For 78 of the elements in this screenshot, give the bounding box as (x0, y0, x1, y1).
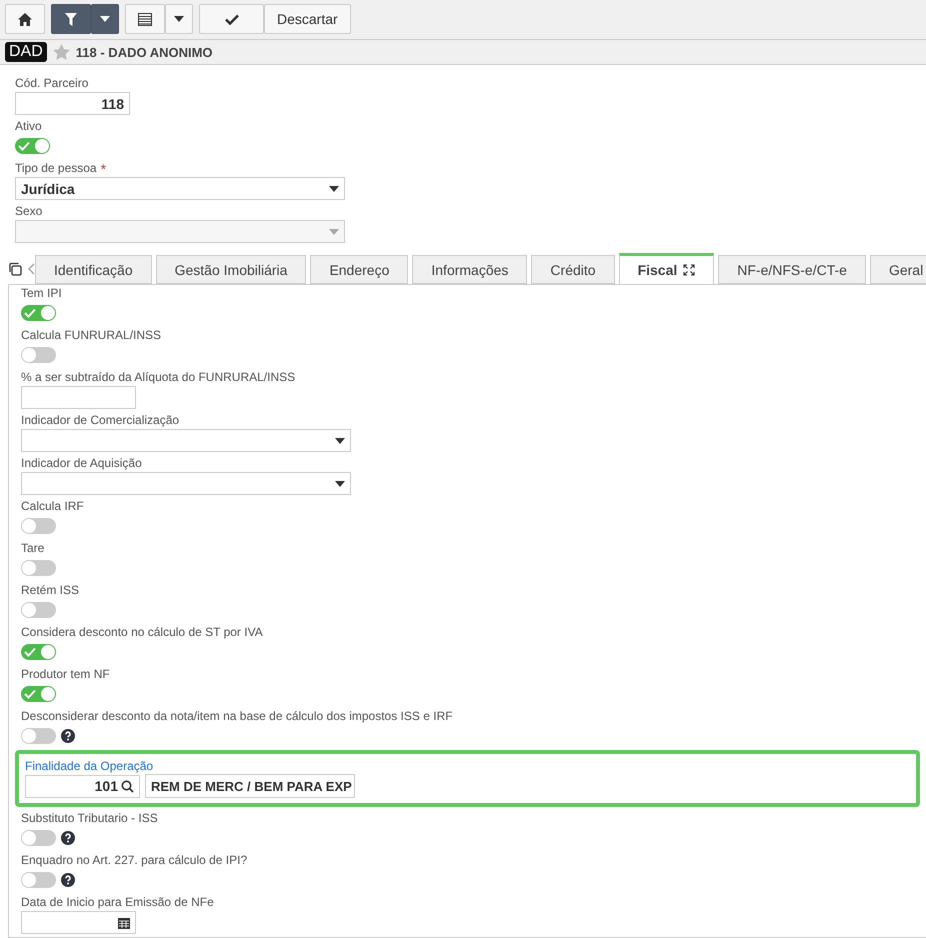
field-label: Produtor tem NF (21, 666, 111, 683)
module-badge: DAD (5, 42, 47, 62)
star-icon[interactable] (52, 44, 70, 60)
caret-icon (100, 16, 110, 22)
field-label: Tem IPI (21, 285, 63, 302)
tab[interactable]: Geral (870, 255, 926, 284)
caret-icon (329, 186, 339, 192)
caret-icon (335, 438, 345, 444)
tab[interactable]: Endereço (310, 255, 408, 284)
toggle-switch[interactable] (21, 602, 56, 618)
discard-button[interactable]: Descartar (264, 4, 351, 34)
home-icon (18, 12, 32, 26)
toggle-switch[interactable] (15, 138, 50, 154)
lookup-field[interactable]: 101 (25, 774, 140, 798)
field-label: Calcula FUNRURAL/INSS (21, 327, 162, 344)
copy-icon[interactable] (8, 262, 22, 276)
toggle-switch[interactable] (21, 644, 56, 660)
help-icon[interactable] (61, 831, 75, 845)
field-label: Ativo (15, 118, 42, 135)
field-label: Indicador de Aquisição (21, 455, 143, 472)
help-icon[interactable] (61, 729, 75, 743)
select-field[interactable] (21, 429, 351, 452)
select-field[interactable]: Jurídica (15, 177, 345, 200)
toggle-switch[interactable] (21, 872, 56, 888)
tab[interactable]: Gestão Imobiliária (156, 255, 306, 284)
toggle-switch[interactable] (21, 728, 56, 744)
home-button[interactable] (5, 4, 45, 34)
toggle-switch[interactable] (21, 830, 56, 846)
field-label: Indicador de Comercialização (21, 412, 180, 429)
expand-icon[interactable] (683, 264, 696, 276)
calendar-icon[interactable] (118, 916, 130, 928)
check-icon (24, 647, 36, 657)
toggle-switch[interactable] (21, 518, 56, 534)
toggle-switch[interactable] (21, 347, 56, 363)
tab[interactable]: Fiscal (618, 253, 714, 284)
tab[interactable]: Crédito (531, 255, 615, 284)
required-mark: * (100, 160, 106, 176)
check-icon (24, 689, 36, 699)
field-label: Data de Inicio para Emissão de NFe (21, 894, 215, 911)
field-label: Enquadro no Art. 227. para cálculo de IPI? (21, 852, 248, 869)
caret-icon (335, 480, 345, 486)
description-field: REM DE MERC / BEM PARA EXP (145, 774, 355, 798)
check-icon (224, 14, 238, 24)
field-label: Sexo (15, 203, 42, 220)
dropdown-button[interactable] (91, 4, 119, 34)
tab[interactable]: NF-e/NFS-e/CT-e (718, 255, 866, 284)
check-icon (24, 308, 36, 318)
field-label: Cód. Parceiro (15, 75, 88, 92)
record-title: 118 - DADO ANONIMO (76, 44, 213, 60)
help-icon[interactable] (61, 873, 75, 887)
field-label: Retém ISS (21, 582, 80, 599)
field-label: Tipo de pessoa (15, 160, 97, 177)
field-label: Substituto Tributario - ISS (21, 810, 159, 827)
field-label: Desconsiderar desconto da nota/item na base de cálculo dos impostos ISS e IRF (21, 708, 454, 725)
chevron-left-icon[interactable] (28, 263, 35, 275)
field-label: Finalidade da Operação (25, 758, 154, 775)
tab[interactable]: Identificação (35, 255, 152, 284)
caret-icon (174, 16, 184, 22)
save-button[interactable] (199, 4, 264, 34)
grid-icon (138, 12, 152, 26)
text-field[interactable] (21, 386, 136, 409)
filter-button[interactable] (51, 4, 91, 34)
grid-button[interactable] (125, 4, 165, 34)
select-field[interactable] (21, 472, 351, 495)
field-label: % a ser subtraído da Alíquota do FUNRURAL/INSS (21, 369, 296, 386)
field-label: Tare (21, 540, 46, 557)
tab[interactable]: Informações (412, 255, 528, 284)
filter-icon (65, 12, 77, 26)
field-label: Calcula IRF (21, 498, 85, 515)
toggle-switch[interactable] (21, 686, 56, 702)
check-icon (18, 141, 30, 151)
field-label: Considera desconto no cálculo de ST por IVA (21, 624, 264, 641)
toggle-switch[interactable] (21, 560, 56, 576)
caret-icon (329, 228, 339, 234)
toggle-switch[interactable] (21, 305, 56, 321)
search-icon[interactable] (121, 780, 134, 792)
date-field[interactable] (21, 911, 136, 934)
text-field[interactable]: 118 (15, 92, 130, 115)
